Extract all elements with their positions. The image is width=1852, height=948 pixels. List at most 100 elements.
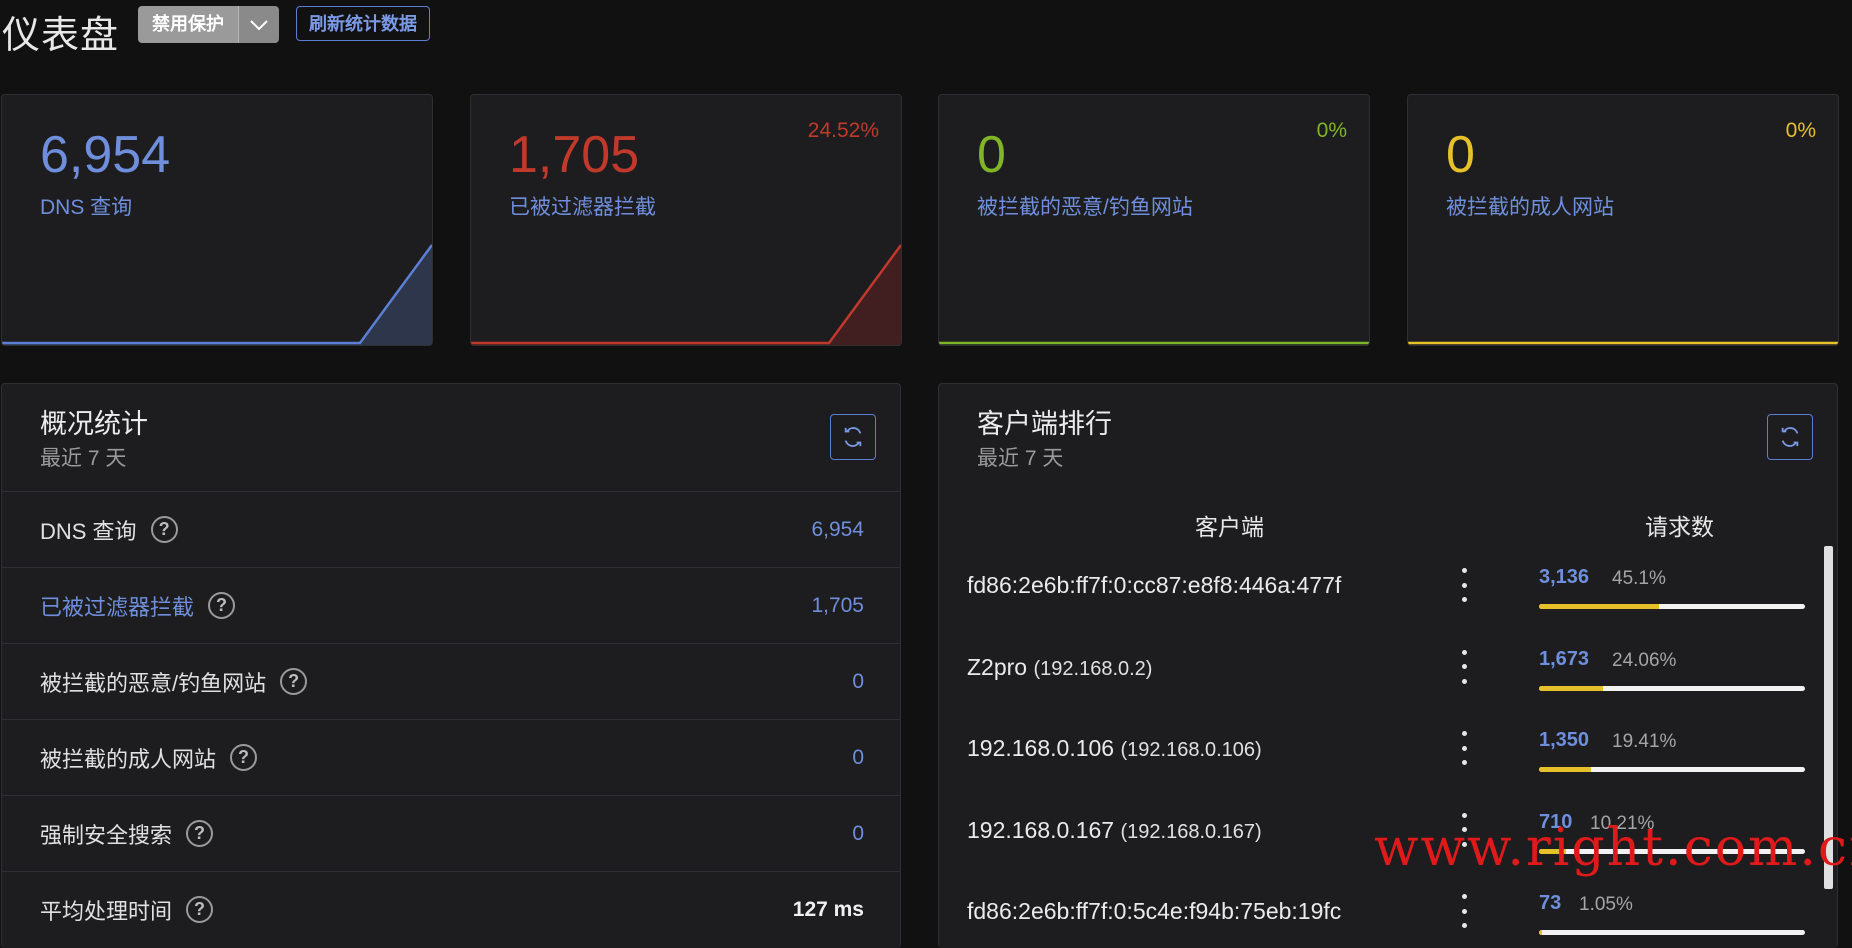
stats-label[interactable]: 已被过滤器拦截 — [40, 590, 194, 622]
stats-row-safe-search: 强制安全搜索 ? 0 — [2, 795, 900, 871]
stats-value: 0 — [852, 821, 864, 845]
sparkline-blocked-adult — [1408, 341, 1838, 345]
stat-label: 被拦截的成人网站 — [1446, 196, 1614, 219]
client-name-text: fd86:2e6b:ff7f:0:cc87:e8f8:446a:477f — [967, 572, 1342, 598]
request-count: 1,673 — [1539, 647, 1590, 670]
stats-row-avg-processing-time: 平均处理时间 ? 127 ms — [2, 871, 900, 947]
stats-label: DNS 查询 — [40, 518, 137, 544]
client-name[interactable]: fd86:2e6b:ff7f:0:5c4e:f94b:75eb:19fc — [967, 898, 1341, 925]
clients-table-body: fd86:2e6b:ff7f:0:cc87:e8f8:446a:477f 3,1… — [939, 546, 1837, 948]
table-row: fd86:2e6b:ff7f:0:cc87:e8f8:446a:477f 3,1… — [939, 546, 1837, 628]
page-title: 仪表盘 — [2, 15, 120, 57]
table-row: Z2pro (192.168.0.2) 1,673 24.06% — [939, 628, 1837, 710]
stats-value: 6,954 — [811, 517, 864, 541]
client-ip: (192.168.0.167) — [1120, 820, 1262, 843]
request-bar-fill — [1539, 767, 1591, 772]
protection-dropdown-toggle[interactable] — [238, 6, 279, 43]
sparkline-blocked-filters — [471, 244, 901, 345]
column-header-requests[interactable]: 请求数 — [1645, 508, 1714, 542]
refresh-icon — [844, 427, 862, 447]
client-name[interactable]: fd86:2e6b:ff7f:0:cc87:e8f8:446a:477f — [967, 572, 1341, 599]
overview-stats-list: DNS 查询 ? 6,954 已被过滤器拦截 ? 1,705 被拦截的恶意/钓鱼… — [2, 491, 900, 947]
stat-card-blocked-adult: 0 被拦截的成人网站 0% — [1407, 94, 1839, 346]
client-name-text: fd86:2e6b:ff7f:0:5c4e:f94b:75eb:19fc — [967, 898, 1342, 924]
stat-card-blocked-filters: 1,705 已被过滤器拦截 24.52% — [470, 94, 902, 346]
sparkline-blocked-malware — [939, 341, 1369, 345]
more-vertical-icon[interactable] — [1459, 649, 1469, 684]
client-name-text: Z2pro — [967, 653, 1028, 680]
more-vertical-icon[interactable] — [1459, 894, 1469, 928]
help-icon[interactable]: ? — [150, 516, 178, 543]
stat-percent: 0% — [1316, 119, 1347, 142]
client-name-text: 192.168.0.106 — [967, 735, 1115, 761]
request-percent: 24.06% — [1612, 649, 1677, 671]
request-bar-fill — [1539, 930, 1542, 935]
request-bar — [1539, 930, 1805, 935]
stats-value: 0 — [852, 669, 864, 693]
help-icon[interactable]: ? — [186, 820, 214, 847]
help-icon[interactable]: ? — [208, 592, 236, 619]
request-bar — [1539, 685, 1805, 691]
client-name[interactable]: 192.168.0.106 (192.168.0.106) — [967, 735, 1262, 762]
disable-protection-button[interactable]: 禁用保护 — [138, 6, 238, 43]
stats-label: 被拦截的恶意/钓鱼网站 — [40, 670, 267, 696]
stat-card-dns-queries: 6,954 DNS 查询 — [1, 94, 433, 346]
panel-title: 客户端排行 — [977, 409, 1112, 439]
client-name[interactable]: Z2pro (192.168.0.2) — [967, 654, 1152, 681]
refresh-icon — [1781, 427, 1799, 447]
overview-refresh-button[interactable] — [830, 414, 876, 460]
request-count: 3,136 — [1539, 566, 1590, 588]
stats-value: 1,705 — [811, 593, 864, 617]
clients-table-header: 客户端 请求数 — [939, 502, 1837, 546]
help-icon[interactable]: ? — [280, 668, 308, 695]
stat-value: 1,705 — [509, 126, 640, 184]
help-icon[interactable]: ? — [186, 896, 214, 923]
request-count: 1,350 — [1539, 729, 1590, 751]
client-ip: (192.168.0.106) — [1120, 739, 1262, 761]
stat-card-blocked-malware: 0 被拦截的恶意/钓鱼网站 0% — [938, 94, 1370, 346]
request-bar — [1539, 604, 1805, 609]
panel-subtitle: 最近 7 天 — [977, 447, 1064, 470]
refresh-stats-button[interactable]: 刷新统计数据 — [296, 6, 430, 41]
request-bar-fill — [1539, 685, 1603, 691]
stats-value: 127 ms — [792, 897, 864, 921]
protection-button-group: 禁用保护 — [138, 6, 279, 43]
sparkline-dns-queries — [2, 244, 432, 345]
request-percent: 1.05% — [1579, 894, 1633, 915]
stat-percent: 0% — [1785, 119, 1816, 142]
stats-row-blocked-malware: 被拦截的恶意/钓鱼网站 ? 0 — [2, 643, 900, 719]
overview-panel: 概况统计 最近 7 天 DNS 查询 ? 6,954 已被过滤器拦截 ? 1,7… — [1, 383, 901, 948]
chevron-down-icon — [250, 19, 268, 30]
table-row: 192.168.0.106 (192.168.0.106) 1,350 19.41% — [939, 709, 1837, 791]
stat-label: 被拦截的恶意/钓鱼网站 — [977, 196, 1193, 219]
request-count: 73 — [1539, 892, 1562, 914]
more-vertical-icon[interactable] — [1459, 731, 1469, 765]
stat-label: DNS 查询 — [40, 196, 133, 219]
panel-subtitle: 最近 7 天 — [40, 447, 127, 470]
watermark: www.right.com.cn — [1374, 818, 1852, 878]
stat-value: 0 — [1446, 126, 1475, 184]
panel-title: 概况统计 — [40, 409, 148, 439]
clients-refresh-button[interactable] — [1767, 414, 1813, 460]
client-ip: (192.168.0.2) — [1033, 657, 1153, 680]
stats-row-blocked-filters: 已被过滤器拦截 ? 1,705 — [2, 567, 900, 643]
column-header-client[interactable]: 客户端 — [1195, 508, 1264, 542]
stats-value: 0 — [852, 745, 864, 769]
page-header: 仪表盘 禁用保护 刷新统计数据 — [0, 0, 1852, 60]
help-icon[interactable]: ? — [230, 744, 258, 771]
table-row: fd86:2e6b:ff7f:0:5c4e:f94b:75eb:19fc 73 1… — [939, 872, 1837, 948]
stat-value: 0 — [977, 126, 1006, 184]
request-bar-fill — [1539, 604, 1659, 609]
request-percent: 45.1% — [1612, 568, 1666, 589]
stat-percent: 24.52% — [807, 119, 879, 142]
stats-row-dns-queries: DNS 查询 ? 6,954 — [2, 491, 900, 567]
request-bar — [1539, 767, 1805, 772]
stats-label: 强制安全搜索 — [40, 822, 173, 848]
request-percent: 19.41% — [1612, 731, 1677, 752]
client-name[interactable]: 192.168.0.167 (192.168.0.167) — [967, 817, 1262, 844]
stats-row-blocked-adult: 被拦截的成人网站 ? 0 — [2, 719, 900, 795]
client-name-text: 192.168.0.167 — [967, 816, 1115, 843]
stat-value: 6,954 — [40, 126, 171, 184]
more-vertical-icon[interactable] — [1459, 568, 1469, 602]
stats-label: 平均处理时间 — [40, 898, 173, 924]
